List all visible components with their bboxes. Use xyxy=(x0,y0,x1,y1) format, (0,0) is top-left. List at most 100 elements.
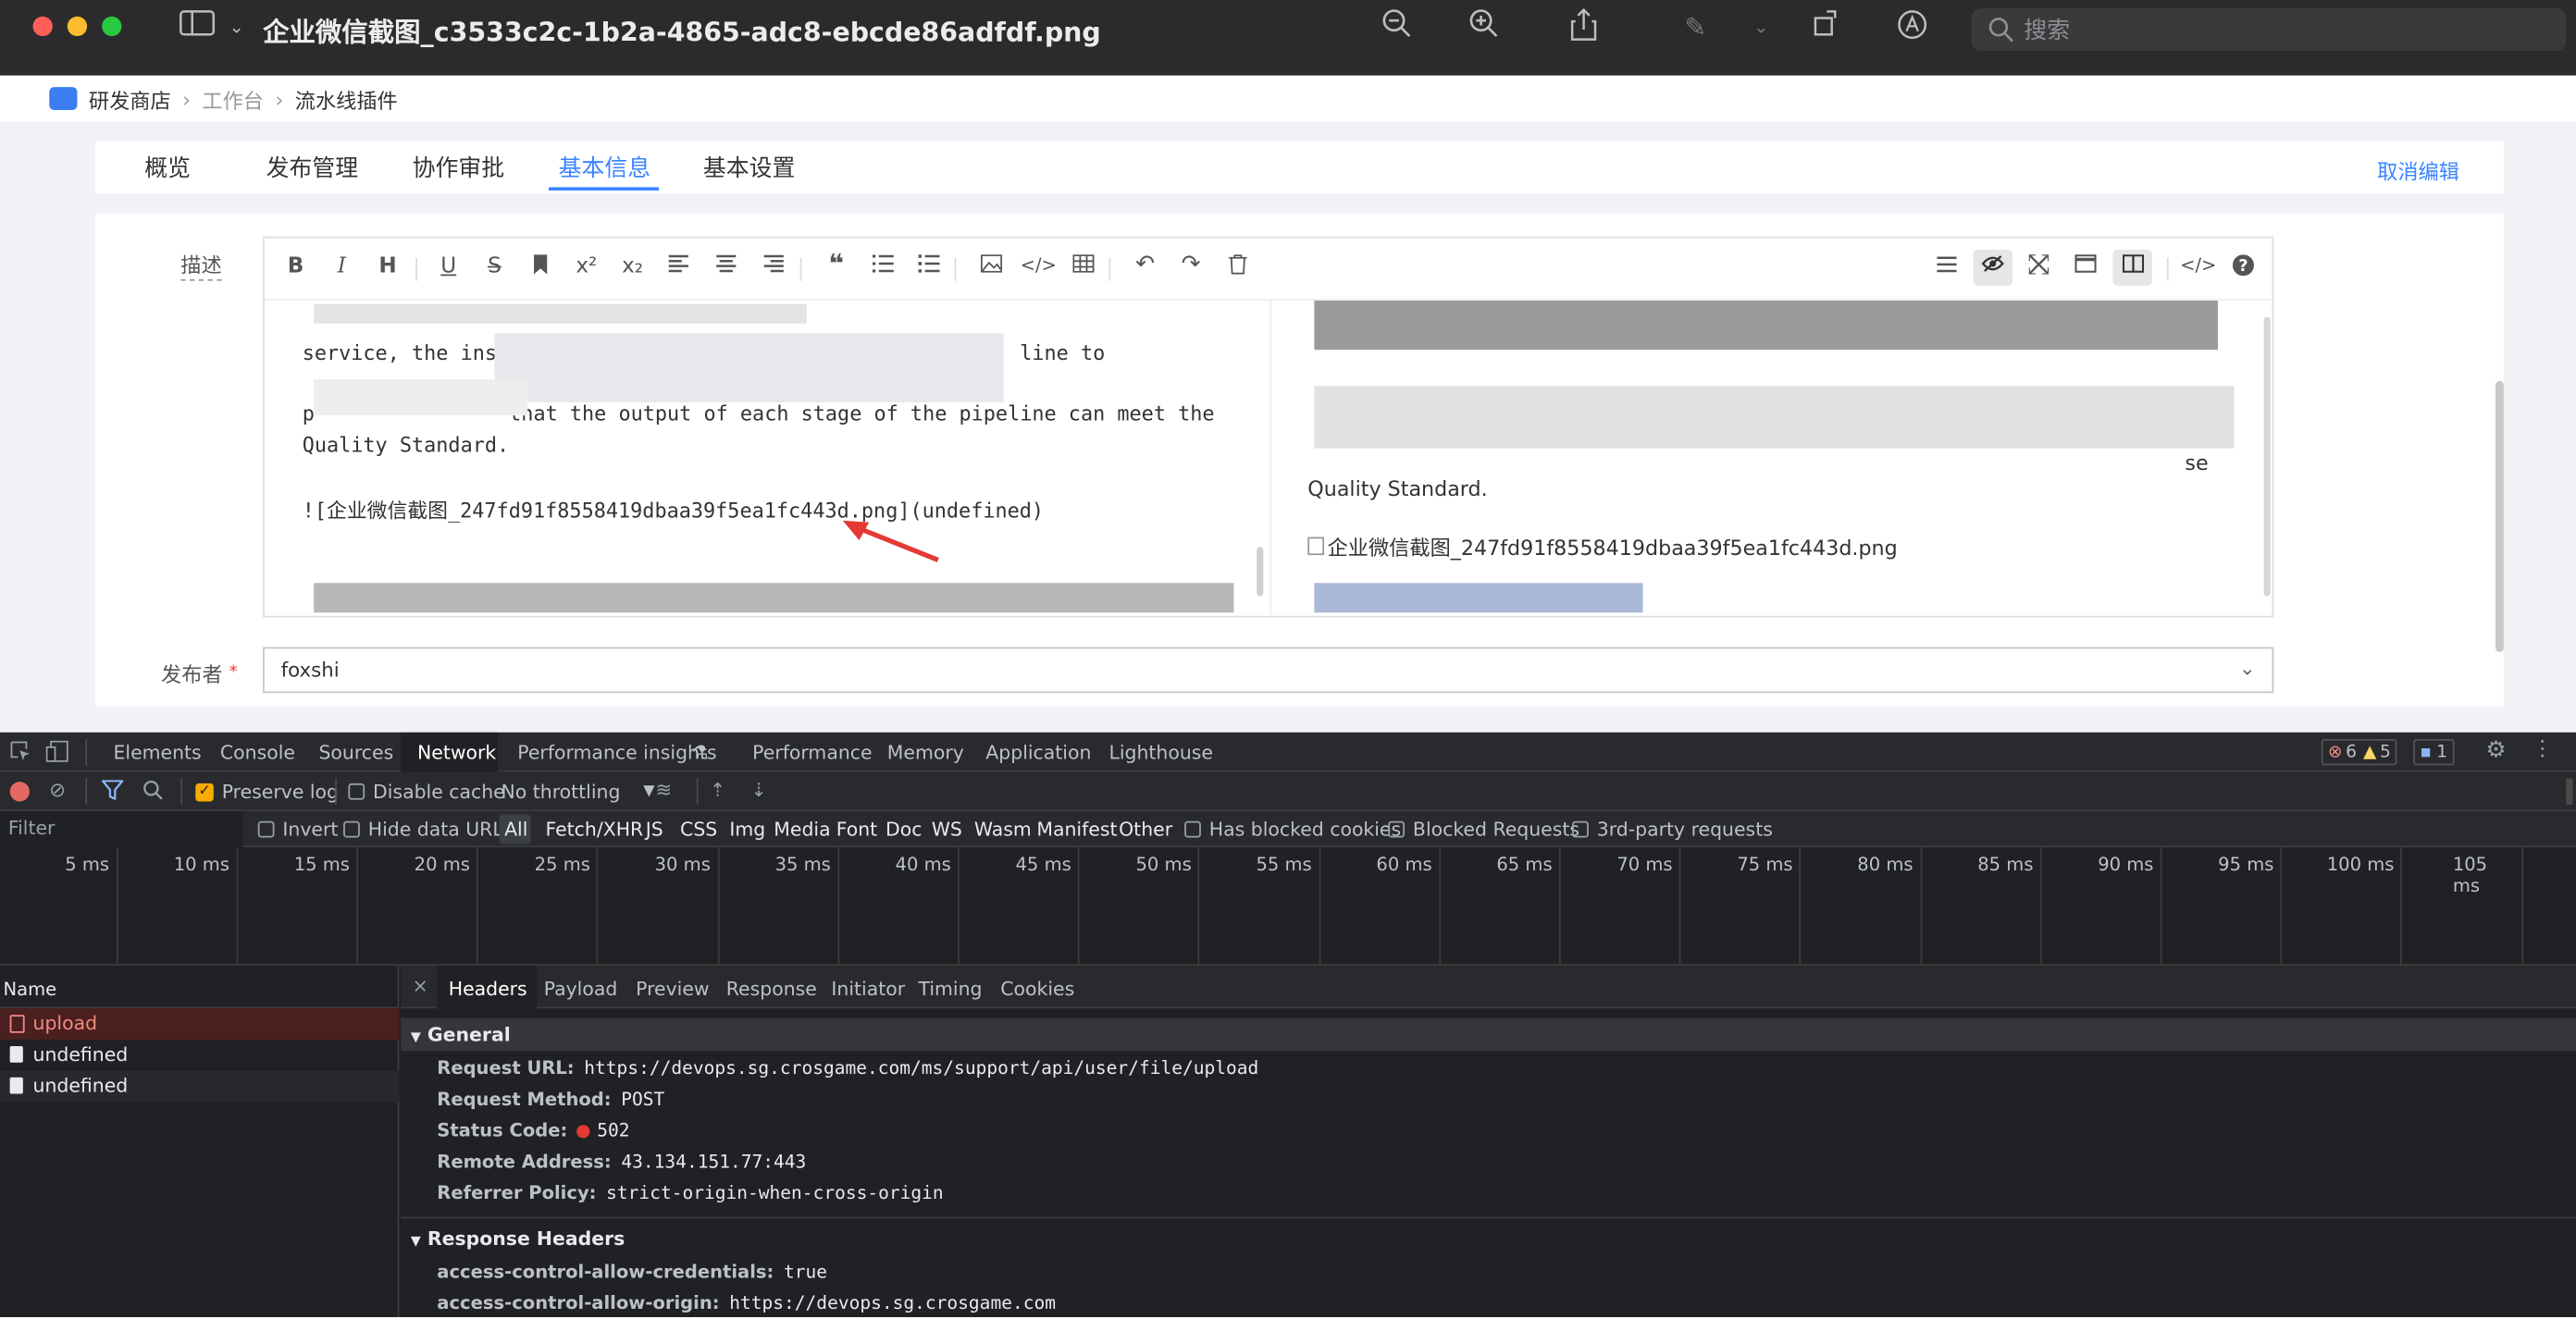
issues-counter[interactable]: ⊗ 6 ▲ 5 xyxy=(2321,738,2397,766)
detail-tab-headers[interactable]: Headers xyxy=(449,977,527,1000)
filter-type-js[interactable]: JS xyxy=(646,818,663,841)
filter-type-manifest[interactable]: Manifest xyxy=(1036,818,1117,841)
markup-chevron-down-icon[interactable]: ⌄ xyxy=(1738,8,1784,48)
name-column-header[interactable]: Name xyxy=(0,966,398,1009)
trash-icon[interactable] xyxy=(1220,254,1254,280)
unordered-list-icon[interactable] xyxy=(911,254,945,279)
detail-tab-initiator[interactable]: Initiator xyxy=(831,977,905,1000)
minimize-window-button[interactable] xyxy=(67,16,88,37)
filter-funnel-icon[interactable] xyxy=(100,780,125,805)
more-options-icon[interactable]: ⋮ xyxy=(2532,737,2553,762)
close-window-button[interactable] xyxy=(32,16,53,37)
bold-icon[interactable]: B xyxy=(279,254,313,279)
import-har-icon[interactable]: ⇡ xyxy=(710,779,725,802)
search-input[interactable]: 搜索 xyxy=(1971,7,2567,52)
page-scrollbar[interactable] xyxy=(2495,380,2504,652)
quote-icon[interactable]: ❝ xyxy=(820,248,853,279)
zoom-window-button[interactable] xyxy=(102,16,122,37)
eye-slash-icon[interactable] xyxy=(1976,254,2010,279)
general-section-header[interactable]: ▼ General xyxy=(401,1017,2576,1052)
markup-pen-icon[interactable]: ✎ xyxy=(1672,8,1718,48)
clear-icon[interactable]: ⊘ xyxy=(49,779,66,802)
align-left-icon[interactable] xyxy=(663,254,696,279)
devtools-tab-network[interactable]: Network xyxy=(417,741,496,764)
markdown-source-pane[interactable]: service, the insp line to p that the out… xyxy=(265,301,1264,616)
filter-type-doc[interactable]: Doc xyxy=(886,818,922,841)
devtools-tab-elements[interactable]: Elements xyxy=(114,741,202,764)
html-code-icon[interactable]: </> xyxy=(2180,254,2216,276)
filter-type-img[interactable]: Img xyxy=(729,818,765,841)
has-blocked-cookies-checkbox[interactable]: Has blocked cookies xyxy=(1184,818,1401,841)
device-toolbar-icon[interactable] xyxy=(45,740,69,767)
bookmark-icon[interactable] xyxy=(524,254,557,280)
superscript-icon[interactable]: x² xyxy=(570,254,603,279)
request-row-undefined[interactable]: undefined xyxy=(0,1040,399,1071)
filter-type-css[interactable]: CSS xyxy=(680,818,717,841)
settings-gear-icon[interactable]: ⚙ xyxy=(2485,737,2506,763)
hide-data-urls-checkbox[interactable]: Hide data URLs xyxy=(343,818,513,841)
underline-icon[interactable]: U xyxy=(432,254,465,279)
filter-type-other[interactable]: Other xyxy=(1119,818,1172,841)
devtools-tab-memory[interactable]: Memory xyxy=(887,741,964,764)
tab-release-management[interactable]: 发布管理 xyxy=(266,151,358,184)
publisher-select[interactable]: foxshi ⌄ xyxy=(263,647,2274,694)
export-har-icon[interactable]: ⇣ xyxy=(750,779,766,802)
response-headers-section-header[interactable]: ▼ Response Headers xyxy=(401,1221,2576,1255)
preview-scrollbar[interactable] xyxy=(2263,316,2271,597)
devtools-tab-lighthouse[interactable]: Lighthouse xyxy=(1108,741,1213,764)
navigation-icon[interactable] xyxy=(1930,254,1963,279)
devtools-tab-performance-insights[interactable]: Performance insights xyxy=(517,741,716,764)
filter-type-media[interactable]: Media xyxy=(774,818,830,841)
invert-checkbox[interactable]: Invert xyxy=(257,818,338,841)
throttling-select[interactable]: No throttling ▼ xyxy=(502,780,655,803)
filter-type-ws[interactable]: WS xyxy=(932,818,962,841)
source-scrollbar[interactable] xyxy=(1257,547,1264,597)
request-row-upload[interactable]: upload xyxy=(0,1008,400,1040)
search-network-icon[interactable] xyxy=(142,780,163,805)
share-icon[interactable] xyxy=(1561,7,1607,48)
zoom-in-icon[interactable] xyxy=(1460,8,1506,48)
table-icon[interactable] xyxy=(1066,254,1099,279)
code-icon[interactable]: </> xyxy=(1021,254,1057,276)
filter-type-wasm[interactable]: Wasm xyxy=(974,818,1032,841)
blocked-requests-checkbox[interactable]: Blocked Requests xyxy=(1388,818,1579,841)
detail-tab-payload[interactable]: Payload xyxy=(544,977,618,1000)
strikethrough-icon[interactable]: S xyxy=(478,254,512,279)
align-center-icon[interactable] xyxy=(710,254,743,279)
request-row-undefined[interactable]: undefined xyxy=(0,1070,400,1103)
tab-basic-info[interactable]: 基本信息 xyxy=(559,151,650,184)
window-icon[interactable] xyxy=(2068,253,2101,279)
ordered-list-icon[interactable] xyxy=(866,254,899,279)
messages-counter[interactable]: ▪ 1 xyxy=(2413,738,2455,766)
chevron-down-icon[interactable]: ⌄ xyxy=(214,8,260,48)
help-icon[interactable]: ? xyxy=(2226,254,2260,282)
rotate-icon[interactable] xyxy=(1803,8,1850,48)
fullscreen-icon[interactable] xyxy=(2023,253,2056,280)
filter-type-all[interactable]: All xyxy=(504,818,527,841)
devtools-tab-console[interactable]: Console xyxy=(220,741,295,764)
inspect-element-icon[interactable] xyxy=(10,741,31,767)
disable-cache-checkbox[interactable]: Disable cache xyxy=(348,780,505,803)
annotate-icon[interactable] xyxy=(1889,8,1936,48)
detail-tab-preview[interactable]: Preview xyxy=(636,977,709,1000)
record-icon[interactable] xyxy=(9,782,30,802)
undo-icon[interactable]: ↶ xyxy=(1129,252,1162,277)
redo-icon[interactable]: ↷ xyxy=(1174,252,1208,277)
tab-overview[interactable]: 概览 xyxy=(144,151,191,184)
detail-tab-response[interactable]: Response xyxy=(726,977,817,1000)
filter-input[interactable]: Filter xyxy=(0,811,243,848)
heading-icon[interactable]: H xyxy=(371,254,404,279)
network-timeline-overview[interactable]: 5 ms 10 ms 15 ms 20 ms 25 ms 30 ms 35 ms 40 ms 4… xyxy=(0,847,2576,966)
breadcrumb-item-store[interactable]: 研发商店 xyxy=(89,83,171,115)
detail-tab-cookies[interactable]: Cookies xyxy=(1000,977,1074,1000)
close-detail-icon[interactable]: × xyxy=(413,974,428,997)
preserve-log-checkbox[interactable]: ✓ Preserve log xyxy=(195,780,339,803)
third-party-checkbox[interactable]: 3rd-party requests xyxy=(1572,818,1773,841)
network-conditions-icon[interactable]: ≋ xyxy=(655,779,672,802)
italic-icon[interactable]: I xyxy=(326,254,359,279)
devtools-tab-sources[interactable]: Sources xyxy=(318,741,393,764)
image-icon[interactable] xyxy=(974,254,1008,279)
subscript-icon[interactable]: x₂ xyxy=(616,254,650,279)
split-view-icon[interactable] xyxy=(2116,253,2149,279)
cancel-edit-link[interactable]: 取消编辑 xyxy=(2377,154,2459,186)
